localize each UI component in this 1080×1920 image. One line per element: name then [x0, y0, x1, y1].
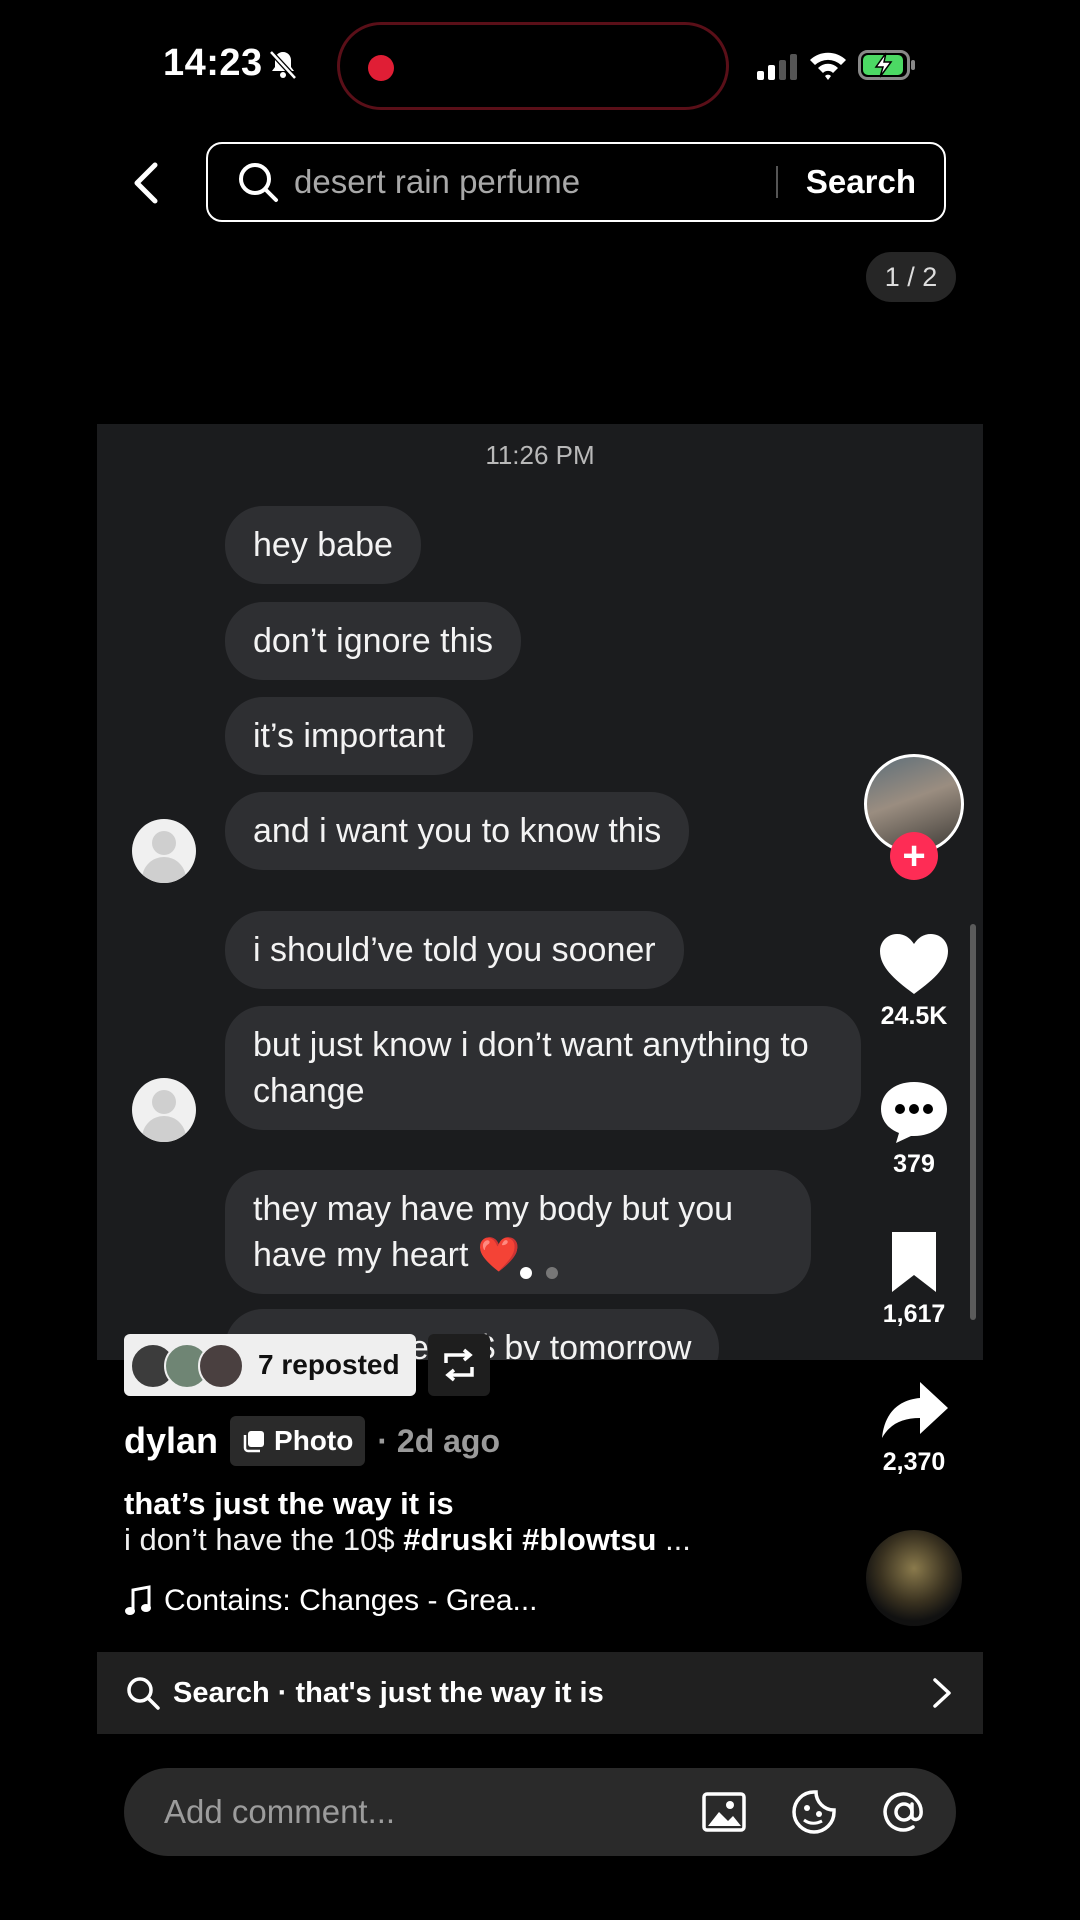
related-search-text: Search · that's just the way it is [173, 1676, 604, 1709]
chevron-right-icon [933, 1678, 951, 1708]
caption-body[interactable]: i don’t have the 10$ #druski #blowtsu ..… [124, 1522, 691, 1558]
photo-page-counter: 1 / 2 [866, 252, 956, 302]
post-age: · 2d ago [377, 1422, 501, 1459]
chat-bubble: don’t ignore this [225, 602, 522, 680]
share-button[interactable]: 2,370 [864, 1378, 964, 1477]
caption-title: that’s just the way it is [124, 1486, 454, 1521]
save-count: 1,617 [882, 1300, 946, 1328]
carousel-dots [520, 1267, 558, 1279]
music-label: Contains: Changes - Grea... [164, 1584, 538, 1617]
chat-timestamp: 11:26 PM [485, 440, 595, 470]
reposted-by-pill[interactable]: 7 reposted [124, 1334, 416, 1396]
status-time: 14:23 [163, 42, 263, 84]
search-button[interactable]: Search [778, 163, 944, 201]
search-input[interactable]: desert rain perfume Search [206, 142, 946, 222]
back-button[interactable] [126, 156, 166, 210]
image-icon[interactable] [700, 1788, 748, 1836]
scrollbar[interactable] [970, 924, 976, 1320]
caption-hashtags[interactable]: #druski #blowtsu [403, 1522, 656, 1557]
photo-stack-icon [243, 1431, 265, 1453]
search-query[interactable]: desert rain perfume [294, 163, 776, 201]
chat-bubble: but just know i don’t want anything to c… [225, 1006, 861, 1130]
chat-bubble: they may have my body but you have my he… [225, 1170, 811, 1294]
recording-indicator [368, 55, 394, 81]
music-note-icon [125, 1585, 151, 1615]
chat-bubble: and i want you to know this [225, 792, 690, 870]
repost-icon [444, 1348, 474, 1382]
comment-placeholder[interactable]: Add comment... [164, 1793, 700, 1831]
repost-button[interactable] [428, 1334, 490, 1396]
caption-more[interactable]: ... [656, 1522, 691, 1557]
heart-icon [880, 934, 948, 994]
wifi-icon [810, 52, 846, 80]
search-icon [127, 1677, 160, 1710]
sticker-emoji-icon[interactable] [790, 1788, 838, 1836]
comment-count: 379 [893, 1150, 935, 1178]
save-button[interactable]: 1,617 [864, 1230, 964, 1329]
chat-bubble: it’s important [225, 697, 474, 775]
photo-type-badge: Photo [230, 1416, 366, 1466]
comment-bubble-icon [881, 1082, 947, 1143]
battery-charging-icon [858, 50, 915, 80]
repost-avatars [130, 1341, 254, 1389]
search-icon [239, 163, 278, 202]
mention-at-icon[interactable] [880, 1788, 928, 1836]
reposted-count: 7 reposted [258, 1349, 400, 1380]
music-row[interactable]: Contains: Changes - Grea... [124, 1584, 538, 1618]
carousel-dot [546, 1267, 558, 1279]
photo-type-label: Photo [274, 1425, 354, 1456]
cellular-signal-icon [757, 54, 797, 80]
bookmark-icon [892, 1232, 936, 1292]
chevron-left-icon [134, 162, 158, 204]
caption-text: i don’t have the 10$ [124, 1522, 404, 1557]
author-row: dylan Photo · 2d ago [124, 1414, 500, 1468]
dynamic-island [337, 22, 729, 110]
chat-bubble: hey babe [225, 506, 421, 584]
post-photo[interactable]: 11:26 PM hey babe don’t ignore this it’s… [97, 424, 983, 1360]
author-name[interactable]: dylan [124, 1420, 218, 1462]
bell-muted-icon [269, 50, 297, 80]
music-disc[interactable] [866, 1530, 962, 1626]
sender-avatar [132, 1078, 196, 1142]
sender-avatar [132, 819, 196, 883]
like-count: 24.5K [880, 1002, 948, 1030]
carousel-dot-active [520, 1267, 532, 1279]
comment-input[interactable]: Add comment... [124, 1768, 956, 1856]
follow-button[interactable]: + [890, 832, 938, 880]
share-count: 2,370 [882, 1448, 946, 1476]
like-button[interactable]: 24.5K [864, 932, 964, 1031]
comment-button[interactable]: 379 [864, 1080, 964, 1179]
reposter-avatar [198, 1343, 244, 1389]
related-search-bar[interactable]: Search · that's just the way it is [97, 1652, 983, 1734]
chat-bubble: i should’ve told you sooner [225, 911, 684, 989]
share-arrow-icon [882, 1382, 948, 1438]
